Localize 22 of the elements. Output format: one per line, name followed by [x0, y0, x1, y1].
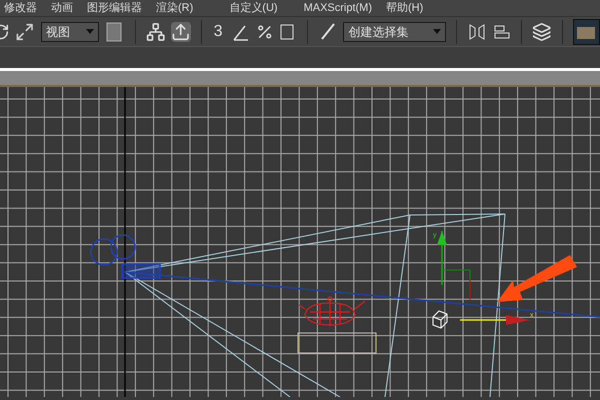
view-dropdown[interactable]: 视图 — [40, 22, 100, 42]
menu-item[interactable]: 图形编辑器 — [87, 0, 142, 16]
menu-item[interactable]: 自定义(U) — [229, 0, 278, 16]
percent-snap-icon[interactable] — [256, 22, 274, 40]
menu-item[interactable]: 动画 — [51, 0, 73, 16]
menu-item[interactable]: MAXScript(M) — [304, 0, 372, 16]
mirror-icon[interactable] — [466, 22, 486, 42]
target-cube-icon — [432, 310, 448, 329]
nodes-icon[interactable] — [146, 22, 166, 42]
snap-toggle-button[interactable]: 3 — [212, 24, 225, 40]
caret-icon — [86, 29, 94, 34]
menu-item[interactable]: 帮助(H) — [386, 0, 424, 16]
menu-item[interactable]: 渲染(R) — [156, 0, 194, 16]
selection-set-dropdown[interactable]: 创建选择集 — [343, 22, 446, 42]
arrow-icon — [497, 255, 577, 302]
scene-explorer-button[interactable] — [572, 18, 600, 44]
caret-icon — [432, 29, 441, 34]
menu-item[interactable]: 修改器 — [4, 0, 37, 16]
layers-icon[interactable] — [532, 22, 552, 42]
teapot-drawing — [298, 296, 366, 326]
scale-icon[interactable] — [15, 22, 35, 42]
upload-icon[interactable] — [171, 22, 191, 42]
